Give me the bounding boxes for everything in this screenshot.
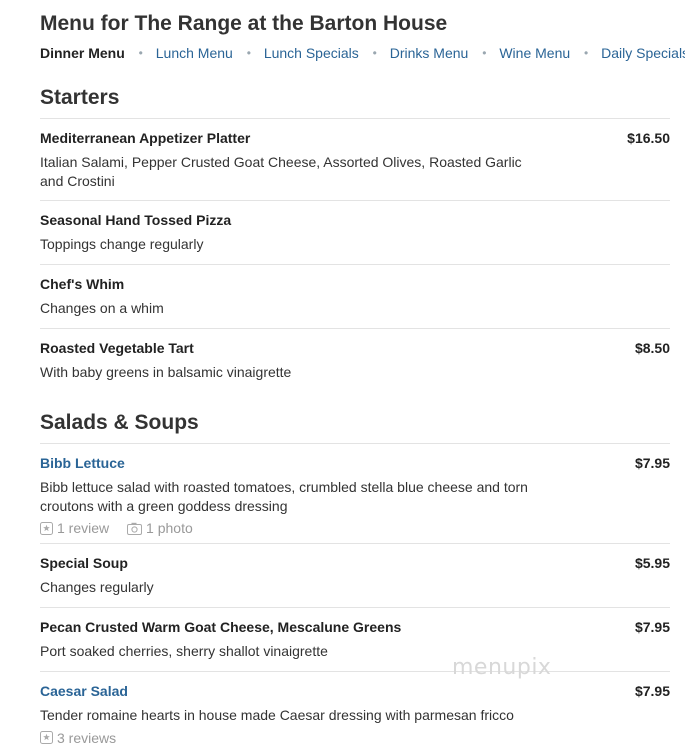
- item-description: With baby greens in balsamic vinaigrette: [40, 364, 292, 380]
- divider: [40, 443, 670, 444]
- item-description: Italian Salami, Pepper Crusted Goat Chee…: [40, 154, 522, 189]
- menu-item: Caesar Salad $7.95 Tender romaine hearts…: [40, 683, 670, 747]
- photos-count: 1 photo: [146, 520, 193, 536]
- page-title: Menu for The Range at the Barton House: [40, 12, 448, 35]
- item-name-link[interactable]: Bibb Lettuce: [40, 455, 670, 471]
- item-price: $8.50: [634, 340, 670, 356]
- tab-lunch-menu[interactable]: Lunch Menu: [156, 45, 233, 61]
- item-description: Changes on a whim: [40, 300, 164, 316]
- reviews-count: 3 reviews: [57, 729, 117, 746]
- divider: [40, 543, 670, 544]
- item-price: $7.95: [634, 683, 670, 699]
- reviews-link[interactable]: 1 review: [40, 520, 109, 536]
- divider: [40, 118, 670, 119]
- menu-item: Bibb Lettuce $7.95 Bibb lettuce salad wi…: [40, 455, 670, 538]
- item-description: Tender romaine hearts in house made Caes…: [40, 707, 514, 723]
- divider: [40, 607, 670, 608]
- item-name: Seasonal Hand Tossed Pizza: [40, 212, 232, 228]
- tab-separator: •: [372, 46, 377, 60]
- reviews-count: 1 review: [57, 520, 110, 536]
- item-name-link[interactable]: Caesar Salad: [40, 683, 670, 699]
- tab-drinks-menu[interactable]: Drinks Menu: [390, 45, 469, 61]
- tab-wine-menu[interactable]: Wine Menu: [499, 45, 570, 61]
- photos-link[interactable]: 1 photo: [127, 520, 193, 536]
- item-description: Bibb lettuce salad with roasted tomatoes…: [40, 479, 528, 514]
- divider: [40, 328, 670, 329]
- tab-separator: •: [138, 46, 143, 60]
- item-name: Pecan Crusted Warm Goat Cheese, Mescalun…: [40, 619, 402, 635]
- divider: [40, 671, 670, 672]
- menu-item: Mediterranean Appetizer Platter $16.50 I…: [40, 130, 670, 190]
- item-price: $16.50: [627, 130, 670, 146]
- menu-item: Special Soup $5.95 Changes regularly: [40, 555, 670, 597]
- watermark-logo: menupix: [452, 655, 552, 680]
- item-name: Chef's Whim: [40, 276, 125, 292]
- item-description: Toppings change regularly: [40, 236, 204, 252]
- menu-item: Seasonal Hand Tossed Pizza Toppings chan…: [40, 212, 670, 254]
- tab-lunch-specials[interactable]: Lunch Specials: [264, 45, 359, 61]
- item-price: $7.95: [634, 455, 670, 471]
- item-name: Roasted Vegetable Tart: [40, 340, 194, 356]
- reviews-link[interactable]: 3 reviews: [40, 730, 116, 746]
- item-price: $5.95: [634, 555, 670, 571]
- section-title-salads-soups: Salads & Soups: [40, 411, 199, 434]
- item-meta: 1 review 1 photo: [40, 520, 670, 538]
- menu-tabs: Dinner Menu • Lunch Menu • Lunch Special…: [40, 45, 685, 61]
- tab-daily-specials[interactable]: Daily Specials: [601, 45, 685, 61]
- tab-dinner-menu[interactable]: Dinner Menu: [40, 45, 125, 61]
- menu-item: Chef's Whim Changes on a whim: [40, 276, 670, 318]
- tab-separator: •: [584, 46, 589, 60]
- menu-item: Pecan Crusted Warm Goat Cheese, Mescalun…: [40, 619, 670, 661]
- item-name: Mediterranean Appetizer Platter: [40, 130, 251, 146]
- tab-separator: •: [246, 46, 251, 60]
- item-price: $7.95: [634, 619, 670, 635]
- menu-item: Roasted Vegetable Tart $8.50 With baby g…: [40, 340, 670, 382]
- tab-separator: •: [482, 46, 487, 60]
- camera-icon: [127, 522, 143, 535]
- item-description: Changes regularly: [40, 579, 154, 595]
- item-name: Special Soup: [40, 555, 128, 571]
- star-box-icon: [40, 521, 53, 535]
- item-meta: 3 reviews: [40, 730, 670, 748]
- star-box-icon: [40, 731, 53, 744]
- divider: [40, 264, 670, 265]
- section-title-starters: Starters: [40, 86, 120, 109]
- divider: [40, 200, 670, 201]
